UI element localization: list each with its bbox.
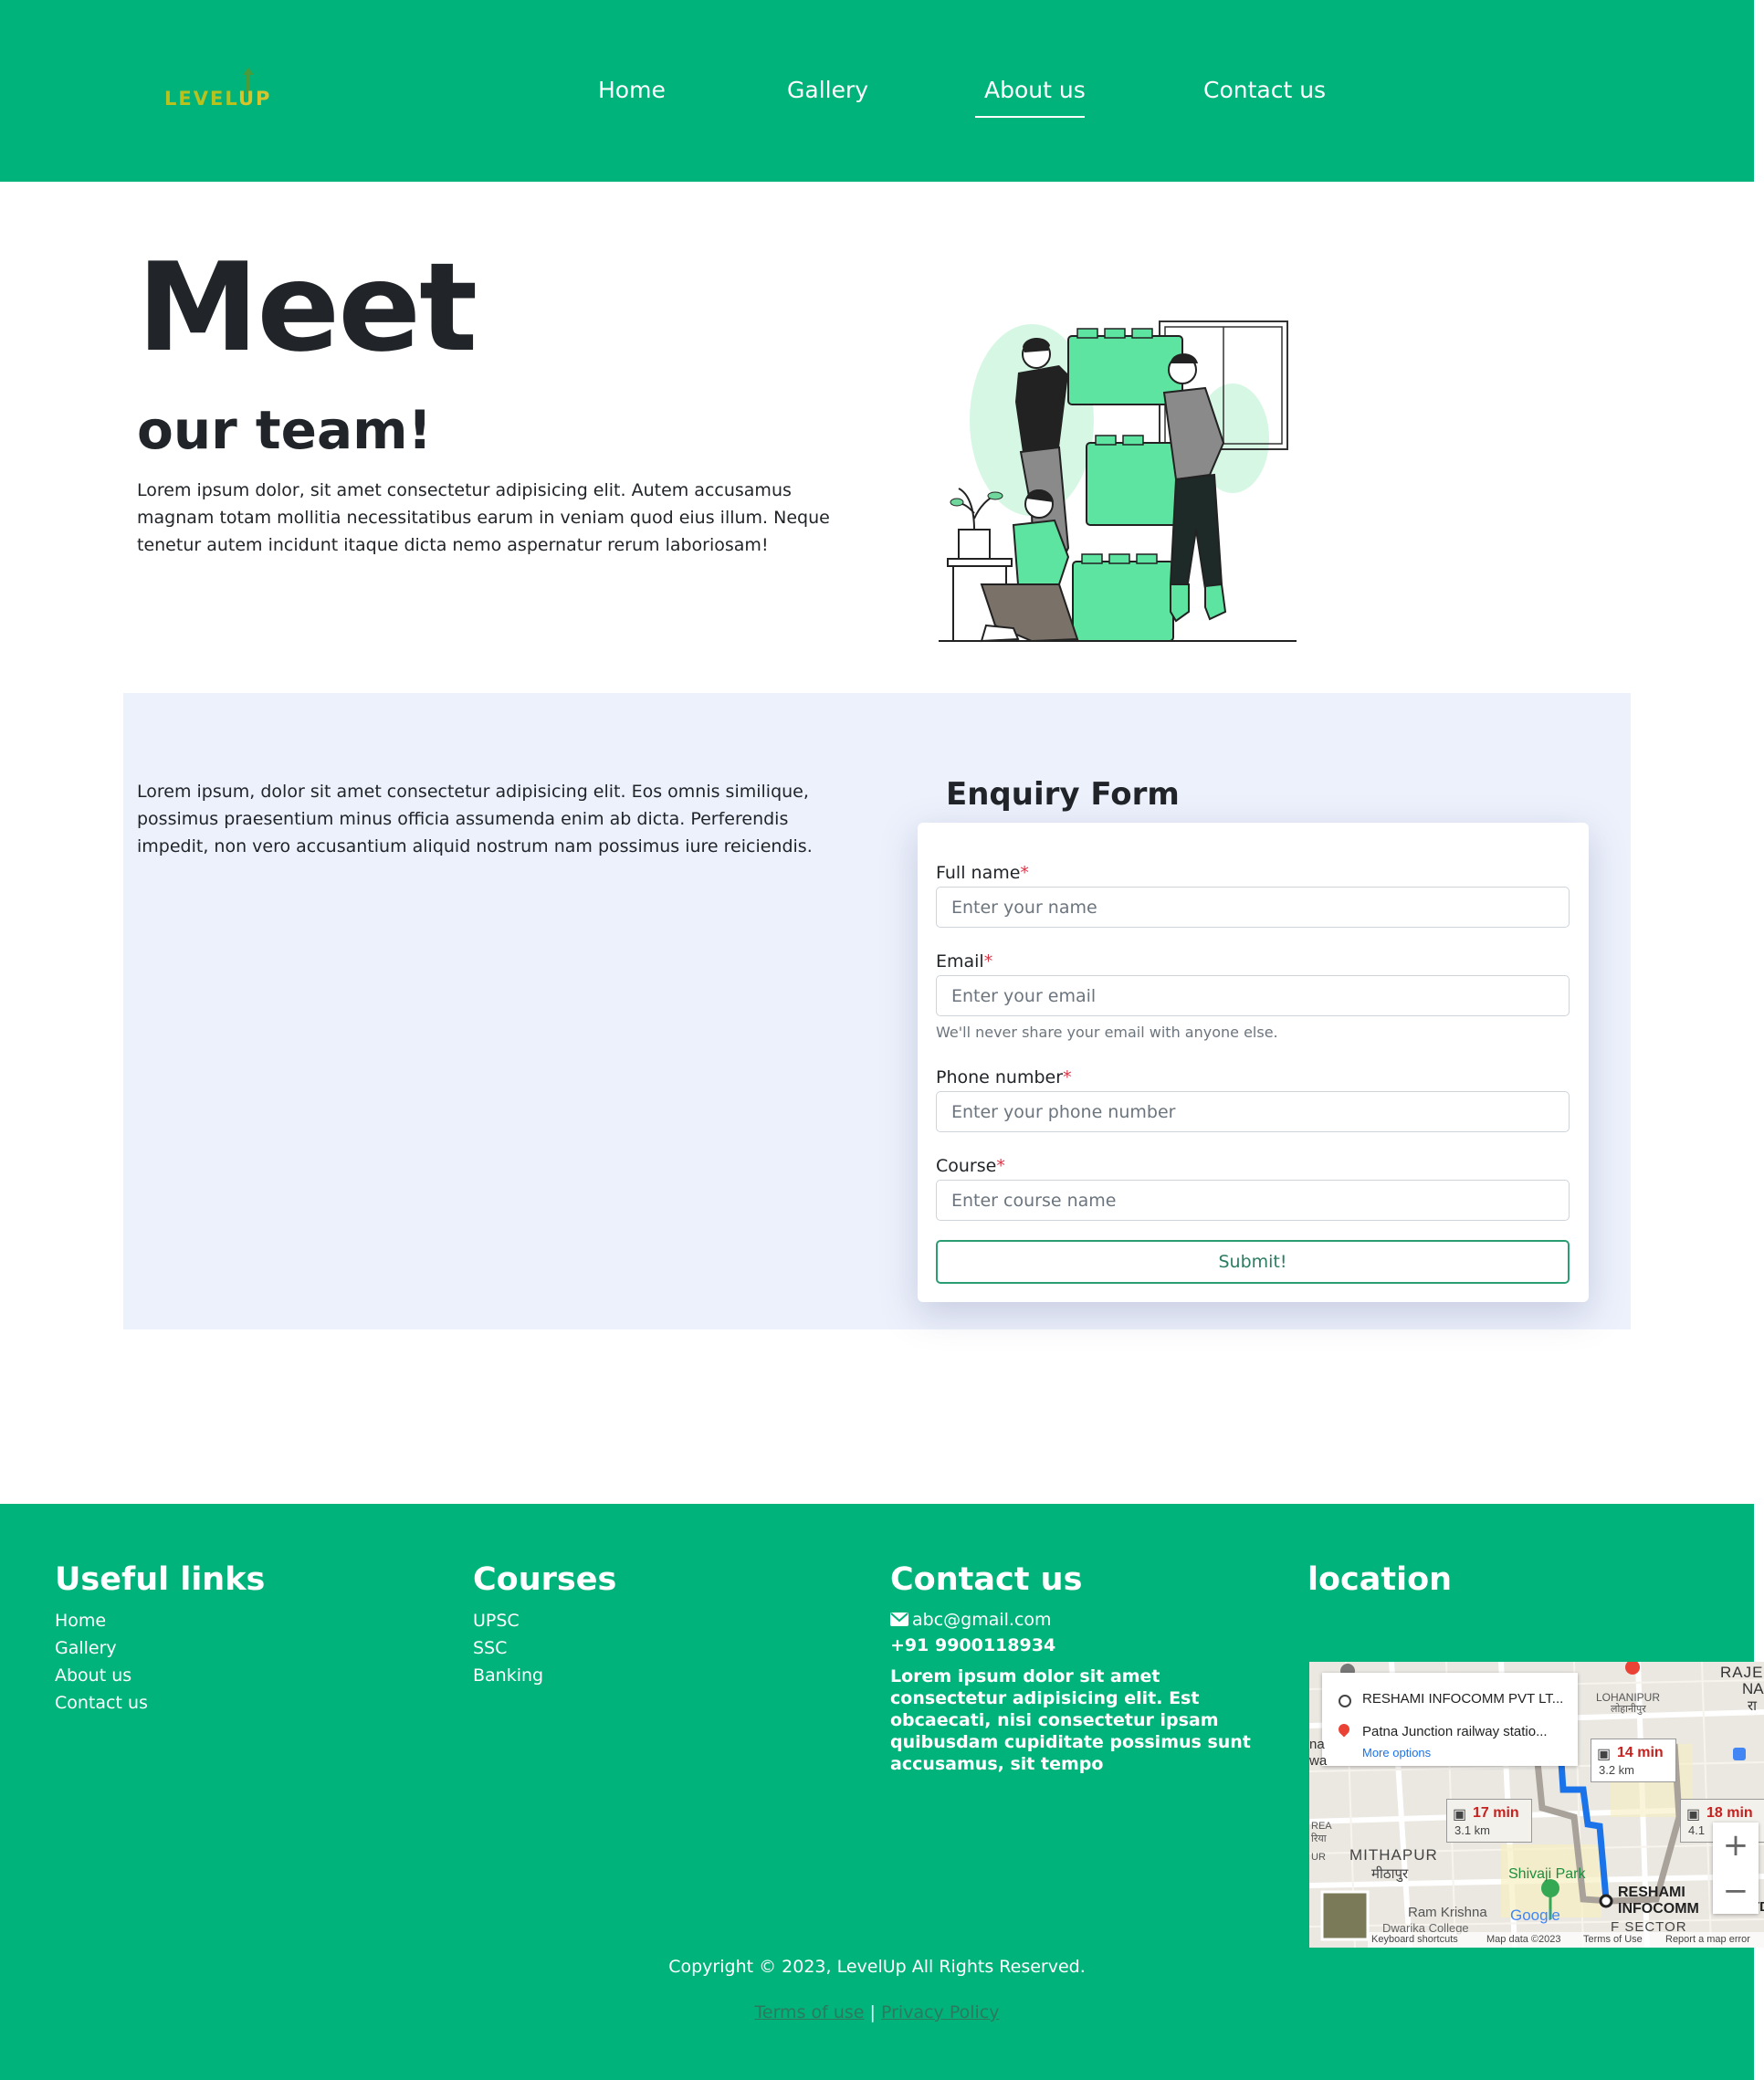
- legal-links: Terms of use | Privacy Policy: [0, 2002, 1754, 2022]
- contact-title: Contact us: [890, 1561, 1083, 1598]
- email-label-text: Email: [936, 951, 984, 972]
- map-zoom-in-button[interactable]: +: [1713, 1823, 1759, 1868]
- phone-required-mark: *: [1063, 1067, 1072, 1087]
- enquiry-form-title: Enquiry Form: [946, 776, 1180, 813]
- map-destination: Patna Junction railway statio...: [1362, 1724, 1548, 1739]
- route-box-2[interactable]: ▣ 17 min 3.1 km: [1446, 1799, 1532, 1843]
- nav-about-us[interactable]: About us: [984, 77, 1086, 103]
- map-place-reshami: RESHAMI: [1618, 1885, 1685, 1900]
- levelup-logo[interactable]: LEVELUP: [164, 68, 292, 113]
- route-1-distance: 3.2 km: [1599, 1763, 1635, 1777]
- location-title: location: [1307, 1561, 1453, 1598]
- footer-link-about-us[interactable]: About us: [55, 1665, 131, 1686]
- map-terms-of-use[interactable]: Terms of Use: [1583, 1934, 1643, 1945]
- map-zoom-out-button[interactable]: −: [1713, 1868, 1759, 1914]
- contact-description: Lorem ipsum dolor sit amet consectetur a…: [890, 1666, 1251, 1774]
- car-icon: ▣: [1597, 1747, 1612, 1762]
- map-zoom-controls: + −: [1713, 1823, 1759, 1914]
- logo-text: LEVELUP: [164, 88, 271, 110]
- map-origin-icon: [1339, 1695, 1351, 1707]
- map-place-rea: REA: [1311, 1821, 1332, 1832]
- route-3-time: 18 min: [1706, 1805, 1753, 1821]
- map-place-na-left: na: [1309, 1737, 1325, 1752]
- email-input[interactable]: [936, 975, 1570, 1016]
- course-link-ssc[interactable]: SSC: [473, 1638, 507, 1658]
- phone-label-text: Phone number: [936, 1067, 1064, 1087]
- map-report-error[interactable]: Report a map error: [1665, 1934, 1750, 1945]
- nav-gallery[interactable]: Gallery: [787, 77, 868, 103]
- map-data-credit: Map data ©2023: [1486, 1934, 1561, 1945]
- contact-email-text: abc@gmail.com: [912, 1610, 1052, 1630]
- course-link-banking[interactable]: Banking: [473, 1665, 543, 1686]
- map-keyboard-shortcuts[interactable]: Keyboard shortcuts: [1371, 1934, 1458, 1945]
- map-more-options[interactable]: More options: [1362, 1746, 1431, 1760]
- route-2-distance: 3.1 km: [1454, 1823, 1491, 1837]
- logo-text-level: LEVEL: [164, 88, 238, 110]
- location-map[interactable]: RESHAMI INFOCOMM PVT LT... Patna Junctio…: [1309, 1662, 1764, 1948]
- phone-input[interactable]: [936, 1091, 1570, 1132]
- hero-text: Lorem ipsum dolor, sit amet consectetur …: [137, 480, 830, 555]
- map-attribution-bar: Keyboard shortcuts Map data ©2023 Terms …: [1368, 1932, 1764, 1948]
- name-required-mark: *: [1020, 863, 1029, 883]
- footer-link-gallery[interactable]: Gallery: [55, 1638, 117, 1658]
- legal-separator: |: [869, 2002, 876, 2022]
- hero-subtitle: our team!: [137, 399, 433, 461]
- car-icon: ▣: [1453, 1807, 1467, 1823]
- useful-links-title: Useful links: [55, 1561, 266, 1598]
- nav-home[interactable]: Home: [598, 77, 666, 103]
- team-illustration: [939, 320, 1297, 643]
- map-place-ra: रा: [1748, 1698, 1758, 1714]
- course-label: Course*: [936, 1156, 1005, 1176]
- phone-label: Phone number*: [936, 1067, 1072, 1087]
- map-place-raje: RAJE: [1720, 1664, 1764, 1681]
- logo-text-up: UP: [237, 88, 272, 110]
- map-place-infocomm: INFOCOMM: [1618, 1901, 1699, 1917]
- footer-link-contact-us[interactable]: Contact us: [55, 1693, 148, 1713]
- route-1-time: 14 min: [1617, 1745, 1664, 1760]
- map-place-ram-krishna: Ram Krishna: [1408, 1905, 1487, 1920]
- course-link-upsc[interactable]: UPSC: [473, 1611, 520, 1631]
- privacy-policy-link[interactable]: Privacy Policy: [881, 2002, 999, 2022]
- contact-phone: +91 9900118934: [890, 1635, 1056, 1655]
- map-origin: RESHAMI INFOCOMM PVT LT...: [1362, 1691, 1564, 1707]
- route-2-time: 17 min: [1473, 1805, 1519, 1821]
- copyright-text: Copyright © 2023, LevelUp All Rights Res…: [668, 1957, 1086, 1977]
- map-place-riya: रिया: [1311, 1833, 1327, 1844]
- navbar: LEVELUP Home Gallery About us Contact us: [0, 0, 1754, 182]
- course-input[interactable]: [936, 1180, 1570, 1221]
- map-place-na: NA: [1742, 1680, 1764, 1697]
- email-help-text: We'll never share your email with anyone…: [936, 1024, 1278, 1041]
- route-box-1[interactable]: ▣ 14 min 3.2 km: [1591, 1739, 1676, 1782]
- map-place-wa-left: wa: [1309, 1753, 1328, 1769]
- email-required-mark: *: [983, 951, 993, 972]
- route-3-distance: 4.1: [1688, 1823, 1706, 1837]
- map-place-ur: UR: [1311, 1852, 1326, 1863]
- map-directions-panel[interactable]: RESHAMI INFOCOMM PVT LT... Patna Junctio…: [1322, 1673, 1578, 1766]
- nav-contact-us[interactable]: Contact us: [1203, 77, 1326, 103]
- courses-title: Courses: [473, 1561, 617, 1598]
- contact-email[interactable]: abc@gmail.com: [890, 1610, 1052, 1630]
- enquiry-intro-text: Lorem ipsum, dolor sit amet consectetur …: [137, 782, 813, 856]
- nav-active-underline: [975, 116, 1085, 118]
- envelope-icon: [890, 1613, 908, 1626]
- map-place-mithapur-hi: मीठापुर: [1371, 1866, 1409, 1882]
- footer-link-home[interactable]: Home: [55, 1611, 106, 1631]
- course-label-text: Course: [936, 1156, 997, 1176]
- car-icon: ▣: [1686, 1807, 1701, 1823]
- map-place-lohanipur-hi: लोहानीपुर: [1611, 1704, 1646, 1715]
- terms-of-use-link[interactable]: Terms of use: [755, 2002, 865, 2022]
- google-logo: Google: [1510, 1907, 1560, 1924]
- hero-title: Meet: [137, 236, 478, 379]
- map-place-mithapur: MITHAPUR: [1349, 1846, 1438, 1864]
- email-label: Email*: [936, 951, 992, 972]
- map-pin-icon: [1336, 1721, 1352, 1738]
- name-label-text: Full name: [936, 863, 1021, 883]
- full-name-input[interactable]: [936, 887, 1570, 928]
- map-place-shivaji-park: Shivaji Park: [1508, 1866, 1586, 1882]
- course-required-mark: *: [996, 1156, 1005, 1176]
- submit-button[interactable]: Submit!: [936, 1240, 1570, 1284]
- name-label: Full name*: [936, 863, 1029, 883]
